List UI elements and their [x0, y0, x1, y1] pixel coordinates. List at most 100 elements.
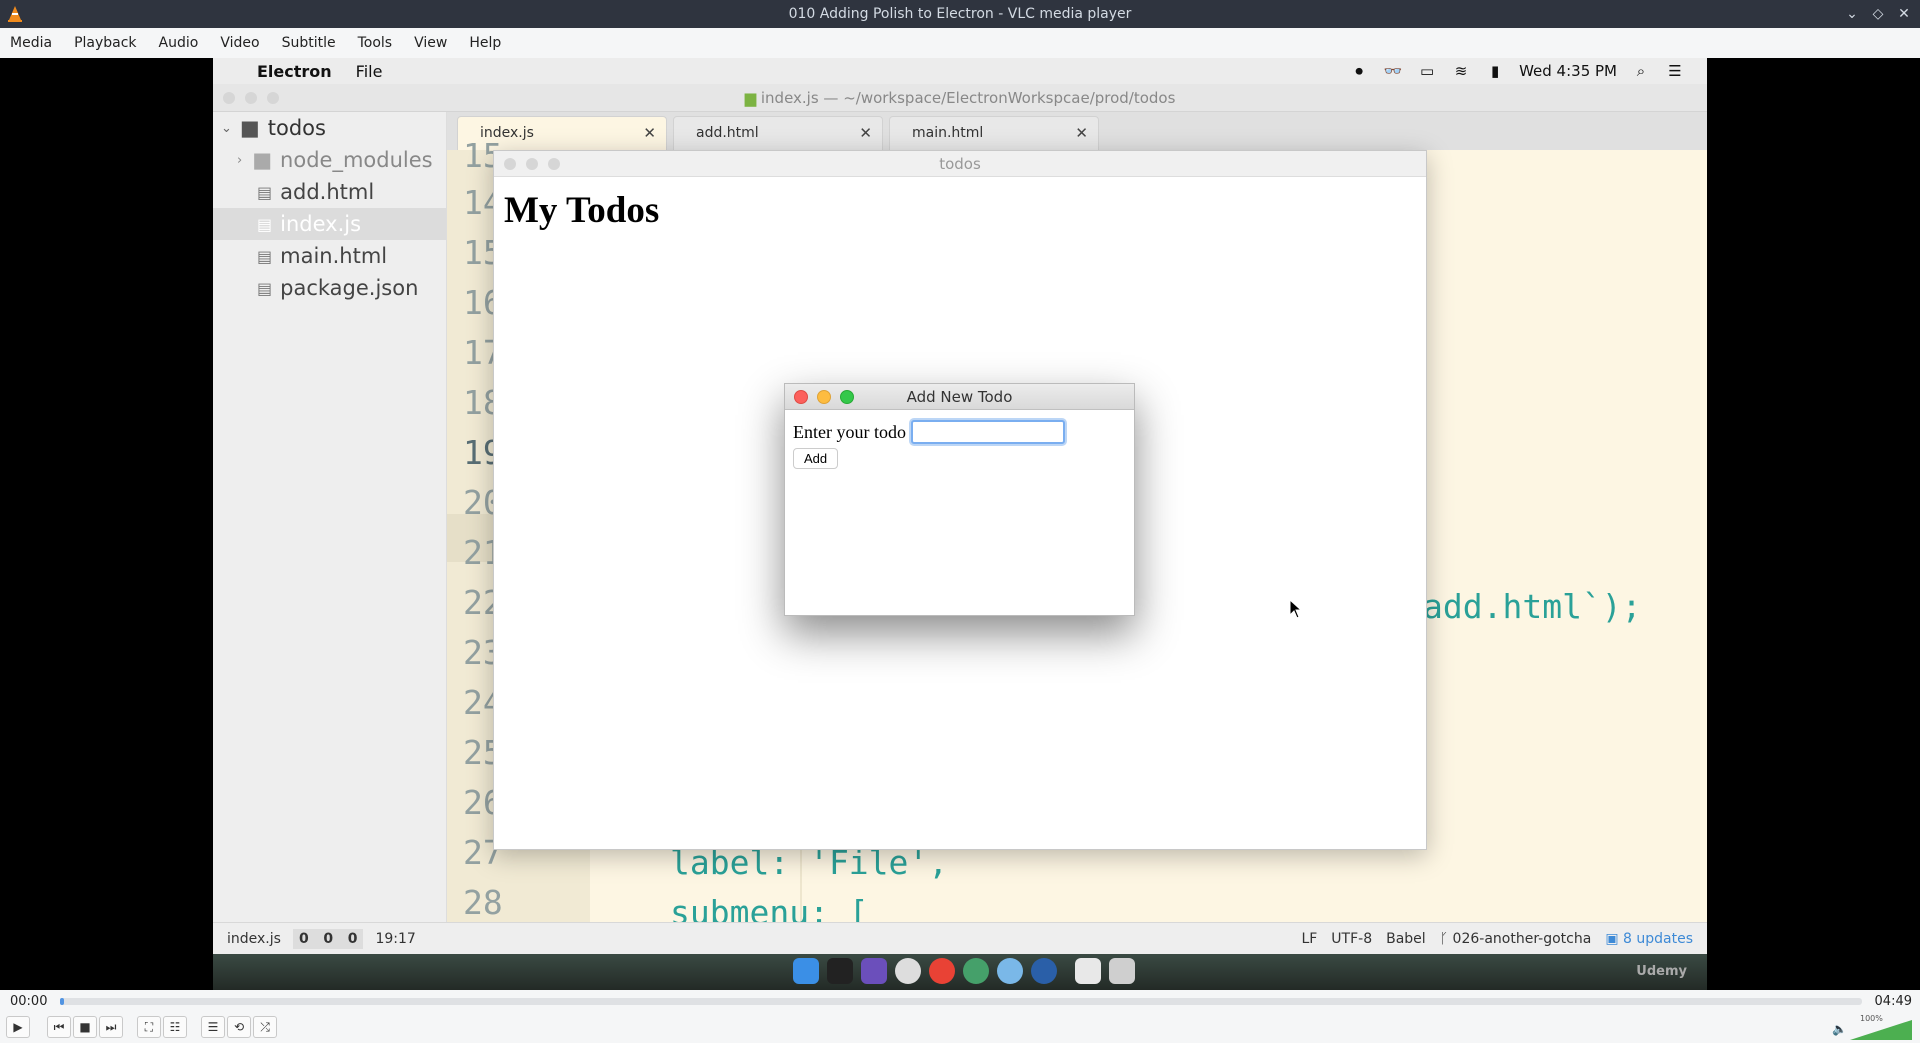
stop-icon: ■ — [79, 1020, 91, 1034]
status-cursor: 19:17 — [375, 930, 416, 947]
menu-audio[interactable]: Audio — [159, 35, 199, 51]
time-total: 04:49 — [1874, 994, 1912, 1009]
clock: Wed 4:35 PM — [1519, 62, 1617, 80]
shuffle-icon: ⤮ — [260, 1019, 270, 1034]
airplay-icon: ▭ — [1419, 62, 1435, 80]
status-branch: ᚴ 026-another-gotcha — [1439, 931, 1592, 947]
seek-fill — [60, 998, 64, 1005]
play-icon: ▶ — [13, 1020, 23, 1034]
record-icon: ⏺ — [1355, 62, 1363, 80]
add-todo-dialog: Add New Todo Enter your todo Add — [784, 383, 1135, 616]
mac-menubar: Electron File ⏺ 👓 ▭ ≋ ▮ Wed 4:35 PM ⌕ ☰ — [213, 58, 1707, 84]
todos-window-title: todos — [939, 155, 981, 173]
vlc-menubar: Media Playback Audio Video Subtitle Tool… — [0, 28, 1920, 58]
fullscreen-button[interactable]: ⛶ — [137, 1016, 161, 1038]
mac-dock: Udemy — [213, 954, 1707, 990]
finder-icon — [793, 958, 819, 984]
todos-traffic-lights — [504, 158, 560, 170]
maximize-icon[interactable]: ◇ — [1868, 4, 1888, 24]
emoji-icon — [895, 958, 921, 984]
glasses-icon: 👓 — [1383, 62, 1403, 80]
minimize-icon — [817, 390, 831, 404]
menu-playback[interactable]: Playback — [74, 35, 136, 51]
file-tree: ⌄ ■ todos › ■ node_modules ▤ add.html ▤ in… — [213, 112, 447, 922]
add-button: Add — [793, 448, 839, 469]
folder-icon: ■ — [252, 148, 273, 172]
window-title: 010 Adding Polish to Electron - VLC medi… — [788, 6, 1132, 22]
video-area[interactable]: Electron File ⏺ 👓 ▭ ≋ ▮ Wed 4:35 PM ⌕ ☰ … — [0, 58, 1920, 990]
file-icon: ▆ — [744, 89, 761, 107]
equalizer-icon: ☷ — [169, 1020, 181, 1034]
volume-slider[interactable] — [1850, 1020, 1912, 1040]
menu-subtitle[interactable]: Subtitle — [282, 35, 336, 51]
previous-icon: ⏮ — [53, 1019, 65, 1034]
file-icon: ▤ — [257, 214, 273, 234]
spotlight-search-icon: ⌕ — [1636, 62, 1646, 80]
terminal-icon — [827, 958, 853, 984]
playlist-icon: ☰ — [207, 1020, 219, 1034]
fullscreen-icon: ⛶ — [144, 1019, 154, 1034]
file-icon: ▤ — [257, 182, 273, 202]
play-button[interactable]: ▶ — [6, 1016, 30, 1038]
close-icon: ✕ — [643, 124, 656, 142]
app-name: Electron — [257, 61, 332, 81]
volume-control[interactable]: 100% 🔈 — [1832, 1014, 1912, 1040]
tree-item-main-html: ▤ main.html — [257, 244, 388, 268]
menu-video[interactable]: Video — [220, 35, 259, 51]
shuffle-button[interactable]: ⤮ — [253, 1016, 277, 1038]
menu-help[interactable]: Help — [469, 35, 501, 51]
seek-slider[interactable] — [60, 998, 1862, 1005]
menu-tools[interactable]: Tools — [358, 35, 393, 51]
previous-button[interactable]: ⏮ — [47, 1016, 71, 1038]
video-frame: Electron File ⏺ 👓 ▭ ≋ ▮ Wed 4:35 PM ⌕ ☰ … — [213, 58, 1707, 990]
playlist-button[interactable]: ☰ — [201, 1016, 225, 1038]
notification-list-icon: ☰ — [1668, 62, 1682, 80]
menu-view[interactable]: View — [414, 35, 447, 51]
chevron-right-icon: › — [237, 152, 243, 168]
dialog-title-bar: Add New Todo — [785, 384, 1134, 410]
tab-main-html: main.html ✕ — [889, 116, 1099, 150]
zoom-icon — [840, 390, 854, 404]
file-icon: ▤ — [257, 278, 273, 298]
package-icon: ▣ — [1605, 931, 1624, 947]
todo-input — [910, 420, 1065, 444]
tree-item-node-modules: › ■ node_modules — [237, 148, 433, 172]
trash-icon — [1109, 958, 1135, 984]
next-button[interactable]: ⏭ — [99, 1016, 123, 1038]
status-counts: 0 0 0 — [292, 928, 364, 949]
vlc-title-bar: 010 Adding Polish to Electron - VLC medi… — [0, 0, 1920, 28]
loop-icon: ⟲ — [233, 1020, 245, 1034]
tree-item-index-js: ▤ index.js — [213, 208, 446, 240]
documents-icon — [1075, 958, 1101, 984]
udemy-watermark: Udemy — [1636, 964, 1687, 979]
tree-item-add-html: ▤ add.html — [257, 180, 375, 204]
wifi-icon: ≋ — [1454, 62, 1468, 80]
tree-item-package-json: ▤ package.json — [257, 276, 419, 300]
status-eol: LF — [1301, 931, 1318, 947]
page-title: My Todos — [504, 190, 660, 231]
loop-button[interactable]: ⟲ — [227, 1016, 251, 1038]
chevron-down-icon: ⌄ — [221, 120, 232, 136]
status-encoding: UTF-8 — [1331, 931, 1373, 947]
status-bar: index.js 0 0 0 19:17 LF UTF-8 Babel ᚴ 02… — [213, 922, 1707, 954]
extended-settings-button[interactable]: ☷ — [163, 1016, 187, 1038]
todos-title-bar: todos — [494, 151, 1426, 177]
mouse-cursor-icon — [1289, 599, 1303, 619]
close-icon: ✕ — [1075, 124, 1088, 142]
menu-media[interactable]: Media — [10, 35, 52, 51]
dialog-title: Add New Todo — [906, 388, 1013, 406]
playback-controls: ▶ ⏮ ■ ⏭ ⛶ ☷ ☰ ⟲ ⤮ 100% 🔈 — [0, 1012, 1920, 1043]
tab-add-html: add.html ✕ — [673, 116, 883, 150]
editor-title: index.js — ~/workspace/ElectronWorkspcae… — [760, 89, 1176, 107]
minimize-icon[interactable]: ⌄ — [1842, 4, 1862, 24]
stop-button[interactable]: ■ — [73, 1016, 97, 1038]
browser-icon — [1031, 958, 1057, 984]
status-updates: ▣ 8 updates — [1605, 931, 1693, 947]
editor-tabs: index.js ✕ add.html ✕ main.html ✕ — [447, 112, 1707, 150]
close-icon[interactable]: ✕ — [1894, 4, 1914, 24]
close-icon: ✕ — [859, 124, 872, 142]
folder-icon: ■ — [239, 116, 260, 140]
battery-icon: ▮ — [1490, 62, 1500, 80]
safari-icon — [997, 958, 1023, 984]
editor-traffic-lights — [223, 92, 279, 104]
